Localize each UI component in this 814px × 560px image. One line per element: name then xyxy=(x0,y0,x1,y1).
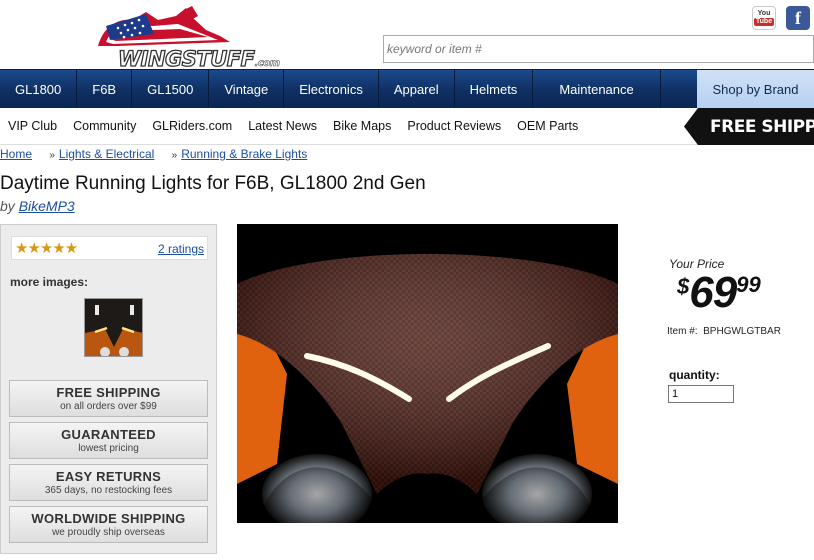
wingstuff-logo[interactable]: WINGSTUFF.com xyxy=(58,6,290,72)
feature-easy-returns[interactable]: EASY RETURNS 365 days, no restocking fee… xyxy=(9,464,208,501)
more-images-label: more images: xyxy=(10,275,89,289)
price-currency: $ xyxy=(677,274,690,299)
page: WINGSTUFF.com You Tube f keyword or item… xyxy=(0,0,814,560)
feature-free-shipping[interactable]: FREE SHIPPING on all orders over $99 xyxy=(9,380,208,417)
free-shipping-banner[interactable]: FREE SHIPPI xyxy=(684,108,814,145)
feature-subtitle: on all orders over $99 xyxy=(60,401,157,412)
nav-apparel[interactable]: Apparel xyxy=(379,70,455,109)
site-header: WINGSTUFF.com You Tube f keyword or item… xyxy=(0,0,814,72)
price-cents: 99 xyxy=(736,272,761,297)
subnav-latest-news[interactable]: Latest News xyxy=(240,119,325,133)
feature-subtitle: lowest pricing xyxy=(78,443,139,454)
shop-by-brand-button[interactable]: Shop by Brand xyxy=(697,70,814,109)
breadcrumb: Home » Lights & Electrical » Running & Bra… xyxy=(0,147,307,161)
feature-subtitle: we proudly ship overseas xyxy=(52,527,165,538)
quantity-label: quantity: xyxy=(669,368,720,382)
youtube-icon[interactable]: You Tube xyxy=(752,6,776,30)
thumbnail-image xyxy=(85,299,142,356)
subnav-bike-maps[interactable]: Bike Maps xyxy=(325,119,399,133)
subnav-oem-parts[interactable]: OEM Parts xyxy=(509,119,586,133)
nav-electronics[interactable]: Electronics xyxy=(284,70,379,109)
rating-box: ★★★★★ 2 ratings xyxy=(11,236,208,260)
feature-title: EASY RETURNS xyxy=(55,469,162,484)
logo-text: WINGSTUFF.com xyxy=(117,46,280,71)
ratings-link[interactable]: 2 ratings xyxy=(158,242,204,256)
subnav-vip-club[interactable]: VIP Club xyxy=(0,119,65,133)
quantity-input[interactable]: 1 xyxy=(668,385,734,403)
feature-title: FREE SHIPPING xyxy=(56,385,161,400)
star-rating-icon: ★★★★★ xyxy=(15,240,78,257)
product-brand: by BikeMP3 xyxy=(0,198,75,214)
sub-nav: VIP Club Community GLRiders.com Latest N… xyxy=(0,108,814,145)
social-links: You Tube f xyxy=(752,6,810,30)
breadcrumb-running-brake-lights[interactable]: Running & Brake Lights xyxy=(181,147,307,161)
search-input[interactable]: keyword or item # xyxy=(383,35,814,63)
breadcrumb-separator: » xyxy=(171,150,178,161)
feature-title: GUARANTEED xyxy=(61,427,156,442)
breadcrumb-separator: » xyxy=(49,150,55,161)
subnav-product-reviews[interactable]: Product Reviews xyxy=(399,119,509,133)
nav-helmets[interactable]: Helmets xyxy=(455,70,534,109)
nav-gl1800[interactable]: GL1800 xyxy=(0,70,78,109)
price: $6999 xyxy=(677,268,761,318)
item-number: Item #: BPHGWLGTBAR xyxy=(667,326,781,337)
subnav-community[interactable]: Community xyxy=(65,119,144,133)
product-thumbnail[interactable] xyxy=(84,298,143,357)
motorcycle-fairing-photo xyxy=(237,224,618,523)
breadcrumb-home[interactable]: Home xyxy=(0,147,32,161)
feature-guaranteed[interactable]: GUARANTEED lowest pricing xyxy=(9,422,208,459)
feature-title: WORLDWIDE SHIPPING xyxy=(31,511,186,526)
feature-subtitle: 365 days, no restocking fees xyxy=(44,485,173,496)
subnav-glriders[interactable]: GLRiders.com xyxy=(144,119,240,133)
feature-worldwide-shipping[interactable]: WORLDWIDE SHIPPING we proudly ship overs… xyxy=(9,506,208,543)
nav-f6b[interactable]: F6B xyxy=(77,70,133,109)
nav-vintage[interactable]: Vintage xyxy=(209,70,285,109)
brand-link[interactable]: BikeMP3 xyxy=(19,198,75,214)
price-dollars: 69 xyxy=(689,268,737,317)
product-sidebar: ★★★★★ 2 ratings more images: FREE SHIPPI… xyxy=(0,224,217,554)
nav-maintenance[interactable]: Maintenance xyxy=(533,70,661,109)
breadcrumb-lights-electrical[interactable]: Lights & Electrical xyxy=(59,147,154,161)
nav-gl1500[interactable]: GL1500 xyxy=(132,70,210,109)
product-main-image[interactable] xyxy=(237,224,618,523)
main-nav: GL1800 F6B GL1500 Vintage Electronics Ap… xyxy=(0,69,814,109)
product-title: Daytime Running Lights for F6B, GL1800 2… xyxy=(0,173,426,194)
facebook-icon[interactable]: f xyxy=(786,6,810,30)
